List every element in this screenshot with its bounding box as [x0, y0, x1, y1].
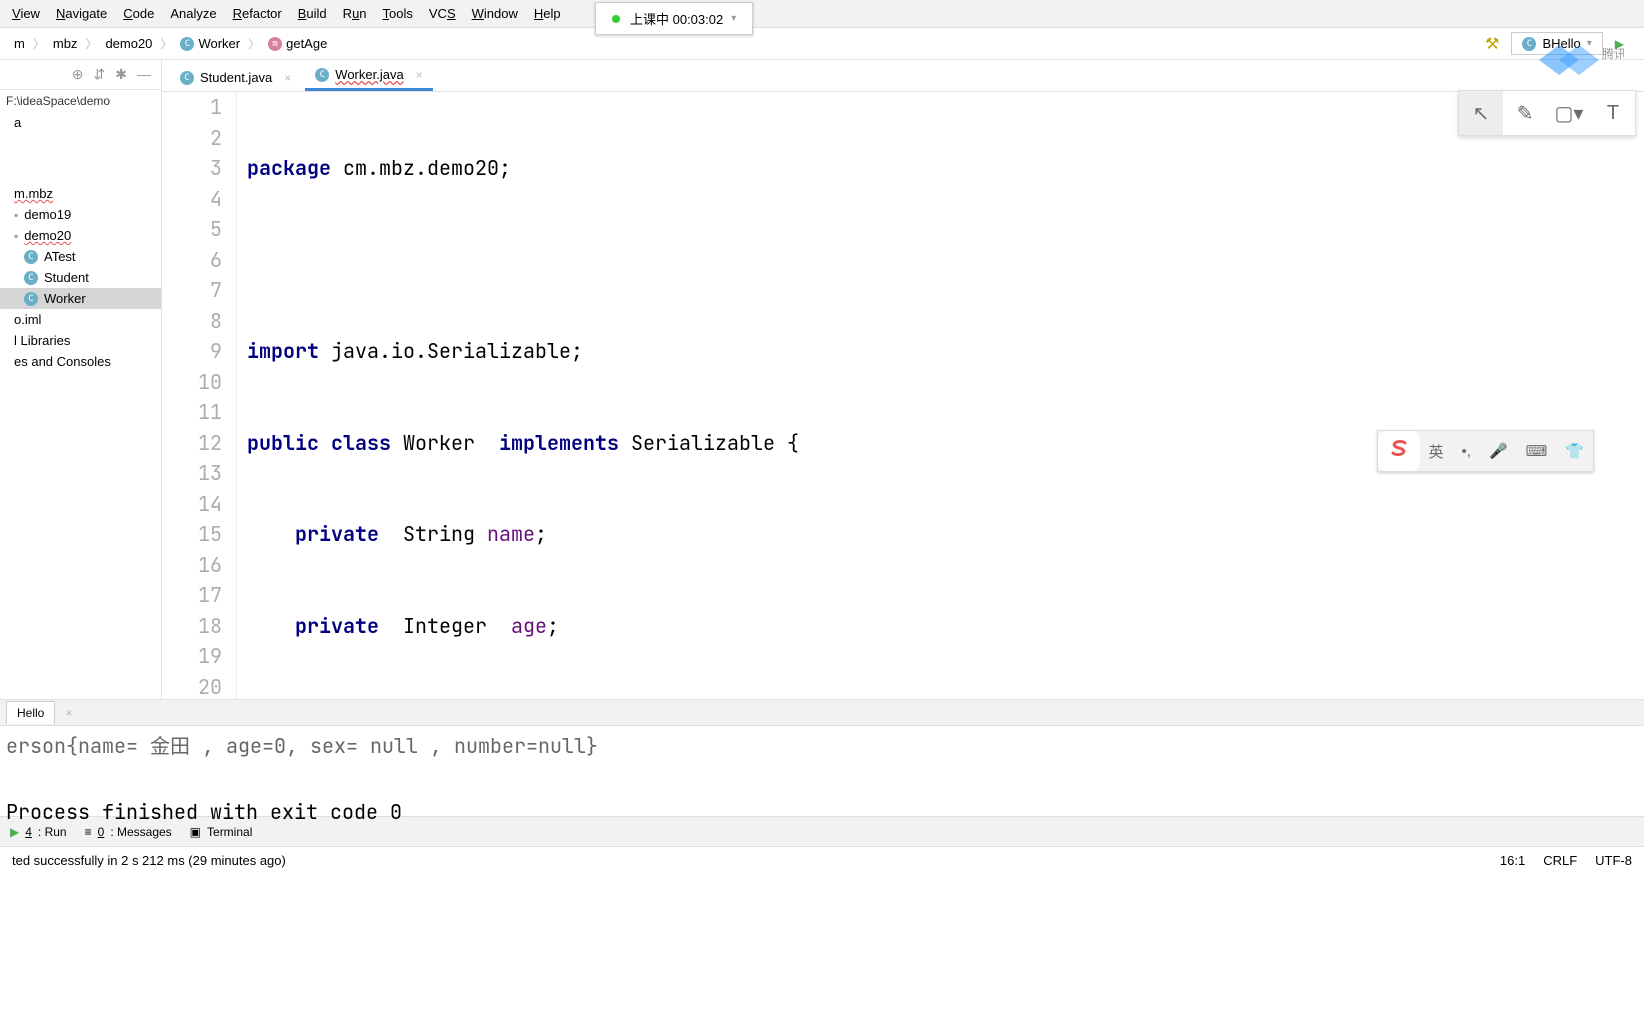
- run-icon: ▶: [10, 825, 19, 839]
- project-tree: a m.mbz ▪demo19 ▪demo20 CATest CStudent …: [0, 112, 161, 372]
- close-icon[interactable]: ×: [55, 702, 82, 724]
- menu-vcs[interactable]: VCS: [421, 2, 464, 25]
- menu-analyze[interactable]: Analyze: [162, 2, 224, 25]
- class-icon: C: [315, 68, 329, 82]
- line-ending[interactable]: CRLF: [1543, 853, 1577, 868]
- code-content[interactable]: package cm.mbz.demo20; import java.io.Se…: [237, 92, 799, 699]
- menu-build[interactable]: Build: [290, 2, 335, 25]
- gear-icon[interactable]: ✱: [115, 66, 127, 83]
- svg-text:腾讯: 腾讯: [1602, 46, 1624, 61]
- project-panel: ⊕ ⇵ ✱ — F:\ideaSpace\demo a m.mbz ▪demo1…: [0, 60, 162, 699]
- class-icon: C: [180, 71, 194, 85]
- project-path: F:\ideaSpace\demo: [0, 90, 161, 112]
- crumb-worker[interactable]: CWorker: [174, 34, 246, 53]
- menu-run[interactable]: Run: [335, 2, 375, 25]
- folder-icon: ▪: [14, 208, 18, 222]
- console-line: erson{name= 金田 , age=0, sex= null , numb…: [6, 730, 1638, 759]
- cursor-tool-icon[interactable]: ↖: [1459, 91, 1503, 135]
- target-icon[interactable]: ⊕: [72, 66, 84, 83]
- tree-item[interactable]: m.mbz: [0, 183, 161, 204]
- collapse-icon[interactable]: ⇵: [94, 66, 106, 83]
- sogou-icon: [1378, 431, 1420, 471]
- tab-messages[interactable]: ≡ 0: Messages: [85, 825, 172, 839]
- crumb-mbz[interactable]: mbz: [47, 34, 84, 53]
- menu-help[interactable]: Help: [526, 2, 569, 25]
- class-icon: C: [180, 37, 194, 51]
- crumb-root[interactable]: m: [8, 34, 31, 53]
- main-split: ⊕ ⇵ ✱ — F:\ideaSpace\demo a m.mbz ▪demo1…: [0, 60, 1644, 700]
- tree-item[interactable]: ▪demo19: [0, 204, 161, 225]
- menu-tools[interactable]: Tools: [375, 2, 421, 25]
- class-icon: C: [24, 250, 38, 264]
- tree-item[interactable]: l Libraries: [0, 330, 161, 351]
- close-icon[interactable]: ×: [284, 71, 291, 85]
- annotation-toolbar: ↖ ✎ ▢▾ T: [1458, 90, 1636, 136]
- tree-item[interactable]: CATest: [0, 246, 161, 267]
- breadcrumb: m〉 mbz〉 demo20〉 CWorker〉 mgetAge: [8, 34, 333, 53]
- text-tool-icon[interactable]: T: [1591, 91, 1635, 135]
- close-icon[interactable]: ×: [416, 68, 423, 82]
- tree-item[interactable]: es and Consoles: [0, 351, 161, 372]
- menu-window[interactable]: Window: [464, 2, 526, 25]
- punct-icon[interactable]: •,: [1453, 437, 1480, 466]
- method-icon: m: [268, 37, 282, 51]
- ime-toolbar[interactable]: 英 •, 🎤 ⌨ 👕: [1377, 430, 1594, 472]
- menu-view[interactable]: VViewiew: [4, 2, 48, 25]
- tree-item[interactable]: ▪demo20: [0, 225, 161, 246]
- meeting-text: 上课中 00:03:02: [630, 9, 723, 28]
- build-icon[interactable]: ⚒: [1485, 34, 1499, 54]
- keyboard-icon[interactable]: ⌨: [1517, 436, 1557, 466]
- cursor-position[interactable]: 16:1: [1500, 853, 1525, 868]
- breadcrumb-bar: m〉 mbz〉 demo20〉 CWorker〉 mgetAge ⚒ CBHel…: [0, 28, 1644, 60]
- tree-item[interactable]: o.iml: [0, 309, 161, 330]
- shape-tool-icon[interactable]: ▢▾: [1547, 91, 1591, 135]
- menu-code[interactable]: Code: [115, 2, 162, 25]
- class-icon: C: [24, 271, 38, 285]
- code-editor[interactable]: 1234567891011121314151617181920 package …: [162, 92, 1644, 699]
- tree-item[interactable]: a: [0, 112, 161, 133]
- mic-icon[interactable]: 🎤: [1480, 436, 1517, 466]
- file-encoding[interactable]: UTF-8: [1595, 853, 1632, 868]
- tree-item-selected[interactable]: CWorker: [0, 288, 161, 309]
- tree-item[interactable]: CStudent: [0, 267, 161, 288]
- crumb-demo20[interactable]: demo20: [99, 34, 158, 53]
- status-dot-icon: [612, 15, 620, 23]
- minimize-icon[interactable]: —: [137, 66, 151, 83]
- skin-icon[interactable]: 👕: [1556, 436, 1593, 466]
- brand-logo-icon: 腾讯: [1524, 30, 1624, 93]
- folder-icon: ▪: [14, 229, 18, 243]
- editor-tabs: CStudent.java× CWorker.java×: [162, 60, 1644, 92]
- console-output[interactable]: erson{name= 金田 , age=0, sex= null , numb…: [0, 726, 1644, 816]
- pen-tool-icon[interactable]: ✎: [1503, 91, 1547, 135]
- tool-window-tabs: Hello ×: [0, 700, 1644, 726]
- class-icon: C: [24, 292, 38, 306]
- menu-bar: VViewiew Navigate Code Analyze Refactor …: [0, 0, 1644, 28]
- project-toolbar: ⊕ ⇵ ✱ —: [0, 60, 161, 90]
- tab-run[interactable]: ▶4: Run: [10, 825, 67, 839]
- menu-refactor[interactable]: Refactor: [225, 2, 290, 25]
- chevron-down-icon: ▾: [731, 13, 736, 24]
- status-message: ted successfully in 2 s 212 ms (29 minut…: [12, 853, 286, 868]
- tab-worker[interactable]: CWorker.java×: [305, 61, 432, 91]
- tool-tab-hello[interactable]: Hello: [6, 701, 55, 724]
- gutter: 1234567891011121314151617181920: [162, 92, 237, 699]
- editor-area: CStudent.java× CWorker.java× 12345678910…: [162, 60, 1644, 699]
- status-bar: ted successfully in 2 s 212 ms (29 minut…: [0, 846, 1644, 874]
- crumb-getage[interactable]: mgetAge: [262, 34, 333, 53]
- menu-navigate[interactable]: Navigate: [48, 2, 115, 25]
- tab-student[interactable]: CStudent.java×: [170, 64, 301, 91]
- tab-terminal[interactable]: ▣ Terminal: [190, 825, 253, 839]
- lang-badge[interactable]: 英: [1420, 435, 1453, 468]
- meeting-badge[interactable]: 上课中 00:03:02 ▾: [595, 2, 753, 35]
